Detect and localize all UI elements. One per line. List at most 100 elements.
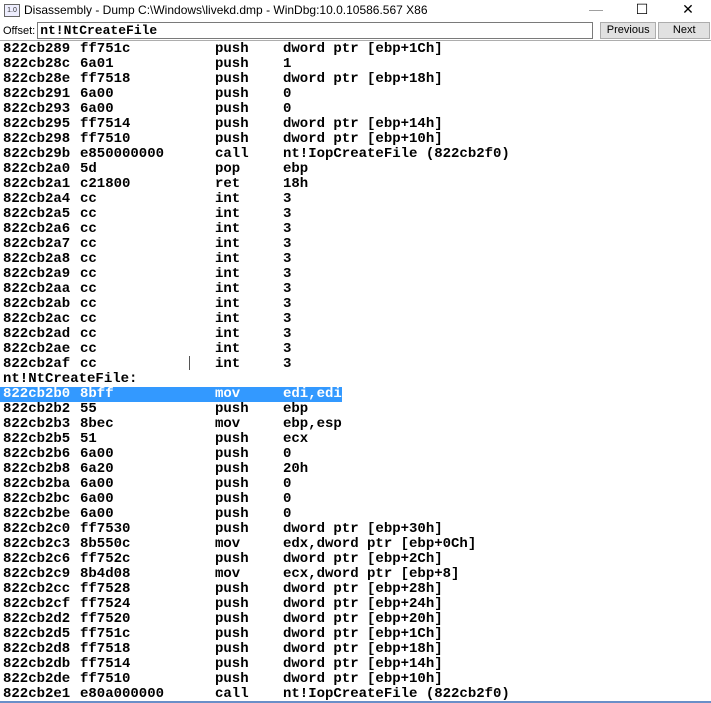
opcode-bytes: 6a00 (80, 506, 114, 522)
opcode-bytes: e850000000 (80, 146, 165, 162)
address: 822cb2ae (3, 341, 71, 357)
mnemonic: push (215, 611, 249, 627)
text-cursor (189, 356, 190, 370)
mnemonic: int (215, 191, 241, 207)
mnemonic: push (215, 461, 249, 477)
opcode-bytes: 8b4d08 (80, 566, 131, 582)
opcode-bytes: ff7528 (80, 581, 131, 597)
mnemonic: int (215, 221, 241, 237)
address: 822cb2c0 (3, 521, 71, 537)
opcode-bytes: ff751c (80, 626, 131, 642)
operands: 3 (283, 236, 292, 252)
address: 822cb2ba (3, 476, 71, 492)
mnemonic: mov (215, 416, 241, 432)
mnemonic: int (215, 341, 241, 357)
opcode-bytes: 6a00 (80, 491, 114, 507)
disassembly-line[interactable]: 822cb2b0 8bff mov edi,edi (0, 387, 342, 402)
opcode-bytes: 6a00 (80, 446, 114, 462)
mnemonic: mov (215, 386, 241, 402)
operands: dword ptr [ebp+20h] (283, 611, 443, 627)
operands: nt!IopCreateFile (822cb2f0) (283, 146, 510, 162)
operands: 1 (283, 56, 292, 72)
opcode-bytes: cc (80, 266, 97, 282)
opcode-bytes: cc (80, 326, 97, 342)
address: 822cb2af (3, 356, 71, 372)
minimize-button[interactable]: — (573, 0, 619, 20)
address: 822cb2be (3, 506, 71, 522)
offset-bar: Offset: nt!NtCreateFile Previous Next (0, 21, 711, 40)
opcode-bytes: 6a00 (80, 101, 114, 117)
offset-input[interactable]: nt!NtCreateFile (37, 22, 594, 39)
operands: dword ptr [ebp+18h] (283, 71, 443, 87)
mnemonic: push (215, 41, 249, 57)
opcode-bytes: ff7514 (80, 116, 131, 132)
address: 822cb2ad (3, 326, 71, 342)
address: 822cb293 (3, 101, 71, 117)
address: 822cb2b2 (3, 401, 71, 417)
operands: 20h (283, 461, 309, 477)
operands: dword ptr [ebp+14h] (283, 116, 443, 132)
opcode-bytes: ff7510 (80, 131, 131, 147)
opcode-bytes: 8bec (80, 416, 114, 432)
address: 822cb2ab (3, 296, 71, 312)
mnemonic: push (215, 626, 249, 642)
address: 822cb2ac (3, 311, 71, 327)
mnemonic: push (215, 656, 249, 672)
operands: dword ptr [ebp+24h] (283, 596, 443, 612)
mnemonic: push (215, 71, 249, 87)
address: 822cb28e (3, 71, 71, 87)
address: 822cb2a9 (3, 266, 71, 282)
next-button[interactable]: Next (658, 22, 711, 39)
address: 822cb28c (3, 56, 71, 72)
close-button[interactable]: ✕ (665, 0, 711, 20)
opcode-bytes: 6a00 (80, 476, 114, 492)
operands: 3 (283, 191, 292, 207)
mnemonic: push (215, 101, 249, 117)
address: 822cb2a0 (3, 161, 71, 177)
operands: 3 (283, 281, 292, 297)
operands: dword ptr [ebp+10h] (283, 131, 443, 147)
operands: edi,edi (283, 386, 342, 402)
opcode-bytes: 8b550c (80, 536, 131, 552)
opcode-bytes: 6a01 (80, 56, 114, 72)
mnemonic: int (215, 356, 241, 372)
mnemonic: push (215, 56, 249, 72)
address: 822cb2bc (3, 491, 71, 507)
mnemonic: push (215, 521, 249, 537)
opcode-bytes: c21800 (80, 176, 131, 192)
operands: 3 (283, 356, 292, 372)
operands: 0 (283, 446, 292, 462)
mnemonic: push (215, 116, 249, 132)
disassembly-listing[interactable]: 822cb289 ff751c push dword ptr [ebp+1Ch] 822… (0, 40, 711, 703)
address: 822cb2d5 (3, 626, 71, 642)
operands: 3 (283, 206, 292, 222)
address: 822cb295 (3, 116, 71, 132)
opcode-bytes: e80a000000 (80, 686, 165, 702)
address: 822cb2a5 (3, 206, 71, 222)
previous-button[interactable]: Previous (600, 22, 657, 39)
opcode-bytes: cc (80, 251, 97, 267)
maximize-button[interactable]: ☐ (619, 0, 665, 20)
mnemonic: int (215, 206, 241, 222)
operands: 0 (283, 506, 292, 522)
address: 822cb2c6 (3, 551, 71, 567)
opcode-bytes: ff7524 (80, 596, 131, 612)
address: 822cb2d8 (3, 641, 71, 657)
operands: 0 (283, 491, 292, 507)
operands: nt!IopCreateFile (822cb2f0) (283, 686, 510, 702)
opcode-bytes: 6a00 (80, 86, 114, 102)
operands: dword ptr [ebp+1Ch] (283, 41, 443, 57)
opcode-bytes: ff7530 (80, 521, 131, 537)
address: 822cb2c3 (3, 536, 71, 552)
mnemonic: int (215, 326, 241, 342)
opcode-bytes: ff7520 (80, 611, 131, 627)
mnemonic: call (215, 146, 249, 162)
address: 822cb2e1 (3, 686, 71, 702)
opcode-bytes: ff7514 (80, 656, 131, 672)
opcode-bytes: ff7518 (80, 71, 131, 87)
opcode-bytes: cc (80, 236, 97, 252)
opcode-bytes: cc (80, 191, 97, 207)
operands: 3 (283, 341, 292, 357)
address: 822cb2a7 (3, 236, 71, 252)
opcode-bytes: cc (80, 296, 97, 312)
